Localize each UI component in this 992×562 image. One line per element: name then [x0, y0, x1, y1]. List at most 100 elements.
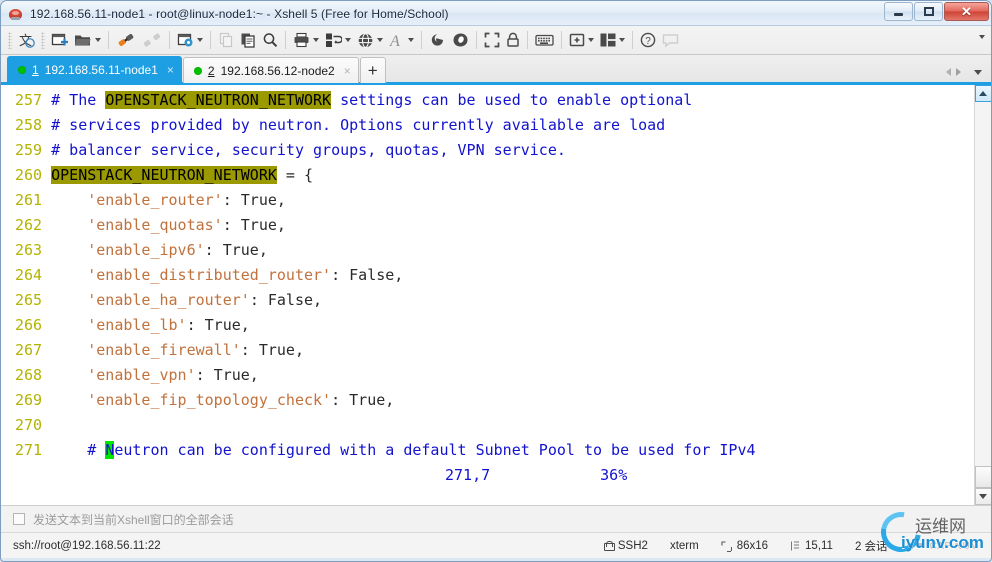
- tab-index-2: 2: [207, 63, 215, 78]
- terminal-text: settings can be used to enable optional: [331, 91, 693, 109]
- terminal-text: : True,: [222, 216, 286, 234]
- terminal-line: 257 # The OPENSTACK_NEUTRON_NETWORK sett…: [15, 88, 974, 113]
- toolbar-separator-1: [108, 31, 109, 49]
- terminal-line-number: 264: [15, 266, 52, 284]
- terminal-line: 262 'enable_quotas': True,: [15, 213, 974, 238]
- chat-button[interactable]: [659, 28, 682, 52]
- new-tab-button[interactable]: +: [359, 57, 386, 83]
- toolbar-overflow-chevron[interactable]: [979, 35, 985, 39]
- font-icon: A: [389, 33, 400, 48]
- terminal-line-number: 266: [15, 316, 52, 334]
- open-folder-button[interactable]: [71, 28, 104, 52]
- terminal-line-number: 259: [15, 141, 52, 159]
- print-button[interactable]: [290, 28, 322, 52]
- scroll-up-button[interactable]: [974, 85, 991, 102]
- terminal-scrollbar[interactable]: [974, 85, 991, 505]
- chevron-down-icon-8[interactable]: [619, 38, 625, 42]
- window-controls: ✕: [884, 2, 989, 21]
- status-terminal-type-label: xterm: [669, 540, 699, 552]
- layout-button[interactable]: [597, 28, 628, 52]
- chevron-down-icon-7[interactable]: [588, 38, 594, 42]
- terminal-line: 260 OPENSTACK_NEUTRON_NETWORK = {: [15, 163, 974, 188]
- terminal-line: 268 'enable_vpn': True,: [15, 363, 974, 388]
- send-to-all-checkbox[interactable]: [13, 513, 25, 525]
- terminal-text: : True,: [331, 391, 395, 409]
- chevron-down-icon-3[interactable]: [313, 38, 319, 42]
- terminal-text: : True,: [204, 241, 268, 259]
- tab-close-icon[interactable]: ×: [167, 63, 174, 77]
- svg-text:?: ?: [645, 36, 651, 47]
- compose-bar[interactable]: 发送文本到当前Xshell窗口的全部会话: [1, 505, 991, 532]
- tab-status-dot-2: [193, 66, 202, 75]
- highlight-button[interactable]: [449, 28, 472, 52]
- chevron-down-icon-4[interactable]: [345, 38, 351, 42]
- tab-prev-icon[interactable]: [946, 68, 951, 76]
- terminal-text: : False,: [331, 266, 404, 284]
- terminal-line: 267 'enable_firewall': True,: [15, 338, 974, 363]
- terminal-text: eutron can be configured with a default …: [114, 441, 756, 459]
- add-pane-button[interactable]: [566, 28, 597, 52]
- transfer-button[interactable]: [322, 28, 354, 52]
- tab-next-icon[interactable]: [956, 68, 961, 76]
- lock-button[interactable]: [503, 28, 523, 52]
- scroll-down-button[interactable]: [974, 488, 991, 505]
- status-cursor-label: 15,11: [805, 540, 833, 552]
- language-button[interactable]: 文: [15, 28, 38, 52]
- disconnect-button[interactable]: [139, 28, 165, 52]
- keyboard-button[interactable]: [532, 28, 557, 52]
- chevron-down-icon-6[interactable]: [408, 38, 414, 42]
- terminal-line-number: 265: [15, 291, 52, 309]
- log-button[interactable]: [426, 28, 449, 52]
- chat-icon: [662, 33, 679, 48]
- terminal-text: 'enable_vpn': [87, 366, 196, 384]
- font-button[interactable]: A: [386, 28, 417, 52]
- upload-arrow-icon: [904, 543, 913, 549]
- properties-button[interactable]: [174, 28, 206, 52]
- vim-status-line: 271,7 36%: [15, 463, 974, 488]
- terminal-line-number: 269: [15, 391, 52, 409]
- tab-index: 1: [32, 63, 39, 77]
- scrollbar-track[interactable]: [974, 102, 991, 488]
- tab-node1[interactable]: 1 192.168.56.11-node1 ×: [7, 56, 182, 83]
- resize-icon: [721, 540, 732, 552]
- tab-status-dot: [18, 66, 26, 74]
- connect-icon: [118, 33, 134, 47]
- search-icon: [263, 33, 278, 48]
- tab-close-icon-2[interactable]: ×: [344, 64, 351, 78]
- chevron-down-icon-5[interactable]: [377, 38, 383, 42]
- terminal-line: 271 # Neutron can be configured with a d…: [15, 438, 974, 463]
- find-button[interactable]: [259, 28, 281, 52]
- terminal-screen[interactable]: 257 # The OPENSTACK_NEUTRON_NETWORK sett…: [1, 85, 974, 505]
- toolbar-separator-4: [285, 31, 286, 49]
- chevron-down-icon[interactable]: [95, 38, 101, 42]
- close-button[interactable]: ✕: [944, 2, 989, 21]
- browser-button[interactable]: [354, 28, 386, 52]
- minimize-button[interactable]: [884, 2, 913, 21]
- terminal-text: 'enable_fip_topology_check': [87, 391, 332, 409]
- terminal-text: 'enable_lb': [87, 316, 187, 334]
- tab-overflow-chevron[interactable]: [974, 70, 982, 75]
- svg-text:A: A: [389, 33, 400, 48]
- new-session-button[interactable]: [48, 28, 71, 52]
- scrollbar-thumb[interactable]: [974, 466, 991, 488]
- toolbar-grip[interactable]: [8, 31, 12, 49]
- chevron-down-icon-2[interactable]: [197, 38, 203, 42]
- paste-button[interactable]: [237, 28, 259, 52]
- copy-button[interactable]: [215, 28, 237, 52]
- tab-node2[interactable]: 2 192.168.56.12-node2 ×: [182, 57, 359, 83]
- terminal-text: # The: [51, 91, 106, 109]
- fullscreen-icon: [484, 32, 500, 48]
- maximize-button[interactable]: [914, 2, 943, 21]
- help-button[interactable]: ?: [637, 28, 659, 52]
- fullscreen-button[interactable]: [481, 28, 503, 52]
- connect-button[interactable]: [113, 28, 139, 52]
- terminal-text: : True,: [240, 341, 304, 359]
- toolbar-grip-2[interactable]: [41, 31, 45, 49]
- title-bar[interactable]: 192.168.56.11-node1 - root@linux-node1:~…: [1, 1, 991, 26]
